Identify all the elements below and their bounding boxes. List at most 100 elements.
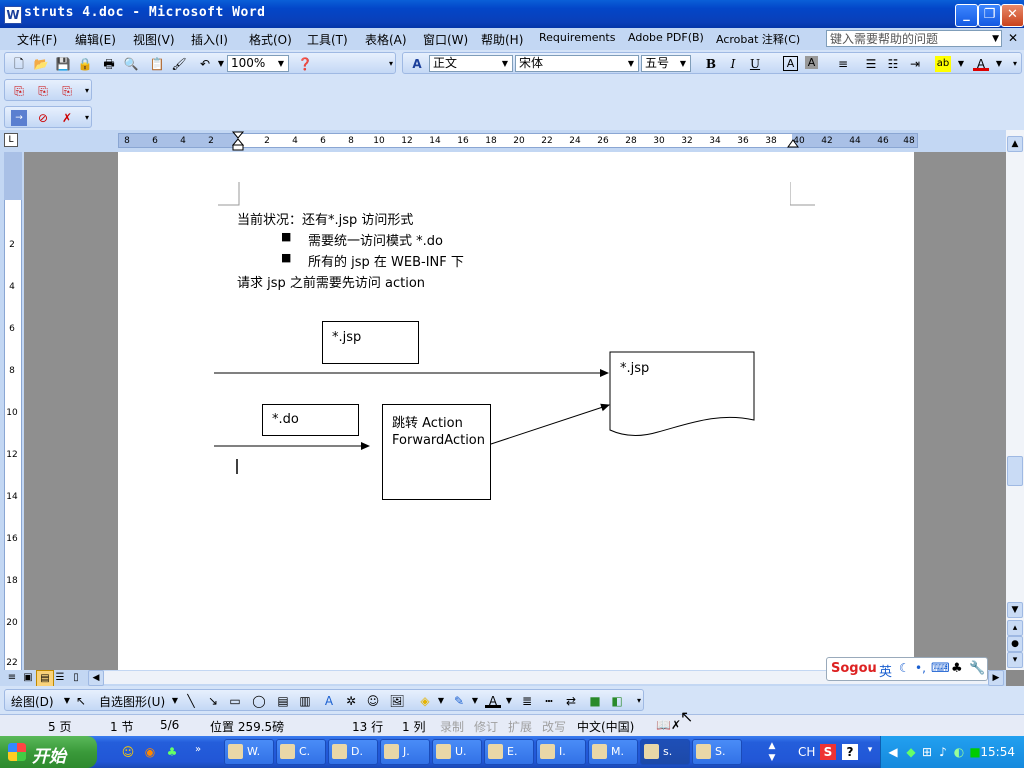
taskbar-scroll-down-icon[interactable]: ▼ — [764, 750, 780, 766]
start-button[interactable]: 开始 — [0, 736, 97, 768]
ruler-scale[interactable]: 8 6 4 2 2 4 6 8 10 12 14 16 18 20 22 24 … — [118, 131, 918, 151]
pdf-review-icon[interactable]: ⎘ — [59, 83, 75, 99]
draw-menu-button[interactable]: 绘图(D) — [11, 693, 54, 710]
chevron-down-icon[interactable]: ▼ — [991, 56, 1007, 72]
right-indent-marker-icon[interactable] — [787, 138, 799, 148]
menu-adobe-pdf[interactable]: Adobe PDF(B) — [628, 31, 704, 44]
highlight-icon[interactable]: ab — [935, 56, 951, 72]
status-track-changes[interactable]: 修订 — [474, 718, 498, 735]
menu-insert[interactable]: 插入(I) — [191, 31, 228, 48]
quicklaunch-more-icon[interactable]: » — [190, 742, 206, 758]
menu-table[interactable]: 表格(A) — [365, 31, 407, 48]
char-border-button[interactable]: A — [783, 56, 798, 71]
taskbar-item-active[interactable]: s. — [640, 739, 690, 765]
input-language[interactable]: CH — [798, 745, 815, 759]
scroll-right-icon[interactable]: ▶ — [988, 670, 1004, 686]
wordart-icon[interactable]: A — [321, 693, 337, 709]
chevron-down-icon[interactable]: ▼ — [167, 693, 183, 709]
italic-button[interactable]: I — [725, 56, 741, 72]
close-document-icon[interactable]: ✕ — [1008, 31, 1018, 45]
chevron-down-icon[interactable]: ▼ — [501, 693, 517, 709]
3d-style-icon[interactable]: ◧ — [609, 693, 625, 709]
save-icon[interactable]: 💾 — [55, 56, 71, 72]
network-icon[interactable]: ⊞ — [919, 744, 935, 760]
taskbar-item[interactable]: J. — [380, 739, 430, 765]
status-extend[interactable]: 扩展 — [508, 718, 532, 735]
status-record[interactable]: 录制 — [440, 718, 464, 735]
menu-tools[interactable]: 工具(T) — [307, 31, 348, 48]
taskbar-item[interactable]: U. — [432, 739, 482, 765]
taskbar-item[interactable]: D. — [328, 739, 378, 765]
indent-icon[interactable]: ⇥ — [907, 56, 923, 72]
indent-marker-icon[interactable] — [232, 131, 244, 151]
style-select[interactable]: 正文 ▼ — [429, 55, 513, 72]
restore-button[interactable]: ❐ — [978, 4, 1001, 27]
numbering-icon[interactable]: ☰ — [863, 56, 879, 72]
menu-acrobat-comments[interactable]: Acrobat 注释(C) — [716, 31, 800, 47]
help-icon[interactable]: ❓ — [297, 56, 313, 72]
web-layout-icon[interactable]: ▣ — [20, 670, 36, 686]
bold-button[interactable]: B — [703, 56, 719, 72]
toolbar-options-icon[interactable]: ▾ — [631, 693, 647, 709]
outline-view-icon[interactable]: ☰ — [52, 670, 68, 686]
font-size-select[interactable]: 五号 ▼ — [641, 55, 691, 72]
ime-toolbar[interactable]: Sogou 英 ☾ •, ⌨ ♣ 🔧 — [826, 657, 988, 681]
close-button[interactable]: ✕ — [1001, 4, 1024, 27]
clock[interactable]: 15:54 — [980, 745, 1015, 759]
scroll-left-icon[interactable]: ◀ — [88, 670, 104, 686]
insert-picture-icon[interactable]: 🖼 — [389, 693, 405, 709]
scroll-down-icon[interactable]: ▼ — [1007, 602, 1023, 618]
font-color-icon[interactable]: A — [973, 56, 989, 71]
undo-icon[interactable]: ↶ — [197, 56, 213, 72]
rectangle-tool-icon[interactable]: ▭ — [227, 693, 243, 709]
pdf-email-icon[interactable]: ⎘ — [35, 83, 51, 99]
menu-format[interactable]: 格式(O) — [249, 31, 292, 48]
vertical-scrollbar[interactable]: ▲ ▼ ▴ ● ▾ — [1006, 130, 1024, 670]
options-tray-icon[interactable]: ▾ — [862, 742, 878, 758]
tray-status-icon[interactable]: ◐ — [951, 744, 967, 760]
tray-app-icon[interactable]: ◆ — [903, 744, 919, 760]
previous-page-icon[interactable]: ▴ — [1007, 620, 1023, 636]
autoshapes-menu-button[interactable]: 自选图形(U) — [99, 693, 165, 710]
menu-window[interactable]: 窗口(W) — [423, 31, 468, 48]
fill-color-icon[interactable]: ◈ — [417, 693, 433, 709]
chevron-down-icon[interactable]: ▼ — [433, 693, 449, 709]
zoom-select[interactable]: 100% ▼ — [227, 55, 289, 72]
bullets-icon[interactable]: ☷ — [885, 56, 901, 72]
scroll-thumb[interactable] — [1007, 456, 1023, 486]
format-painter-icon[interactable]: 🖌 — [171, 56, 187, 72]
underline-button[interactable]: U — [747, 56, 763, 72]
print-icon[interactable]: 🖶 — [101, 56, 117, 72]
clipart-icon[interactable]: ☺ — [365, 693, 381, 709]
help-search-input[interactable]: 键入需要帮助的问题 ▼ — [826, 30, 1002, 47]
permission-icon[interactable]: 🔒 — [77, 56, 93, 72]
toolbar-options-icon[interactable]: ▾ — [383, 56, 399, 72]
menu-help[interactable]: 帮助(H) — [481, 31, 523, 48]
textbox-tool-icon[interactable]: ▤ — [275, 693, 291, 709]
toolbar-options-icon[interactable]: ▾ — [79, 83, 95, 99]
minimize-button[interactable]: _ — [955, 4, 978, 27]
line-style-icon[interactable]: ≣ — [519, 693, 535, 709]
arrow-style-icon[interactable]: ⇄ — [563, 693, 579, 709]
status-language[interactable]: 中文(中国) — [577, 718, 634, 735]
dash-style-icon[interactable]: ┅ — [541, 693, 557, 709]
diagram-icon[interactable]: ✲ — [343, 693, 359, 709]
spelling-status-icon[interactable]: 📖✗ — [656, 718, 681, 732]
menu-file[interactable]: 文件(F) — [17, 31, 57, 48]
chevron-down-icon[interactable]: ▼ — [953, 56, 969, 72]
tab-selector-icon[interactable]: L — [4, 133, 18, 147]
char-shading-button[interactable]: A — [805, 56, 818, 69]
normal-view-icon[interactable]: ≡ — [4, 670, 20, 686]
taskbar-item[interactable]: E. — [484, 739, 534, 765]
taskbar-item[interactable]: I. — [536, 739, 586, 765]
moon-icon[interactable]: ☾ — [899, 661, 910, 675]
wrench-icon[interactable]: 🔧 — [969, 661, 985, 676]
title-bar[interactable]: W struts 4.doc - Microsoft Word _ ❐ ✕ — [0, 0, 1024, 28]
word-app-icon[interactable]: W — [4, 6, 22, 24]
quicklaunch-icon[interactable]: ☺ — [120, 744, 136, 760]
sogou-tray-icon[interactable]: S — [820, 744, 836, 760]
toolbar-options-icon[interactable]: ▾ — [1007, 56, 1023, 72]
reading-layout-icon[interactable]: ▯ — [68, 670, 84, 686]
scroll-up-icon[interactable]: ▲ — [1007, 136, 1023, 152]
chevron-down-icon[interactable]: ▼ — [467, 693, 483, 709]
